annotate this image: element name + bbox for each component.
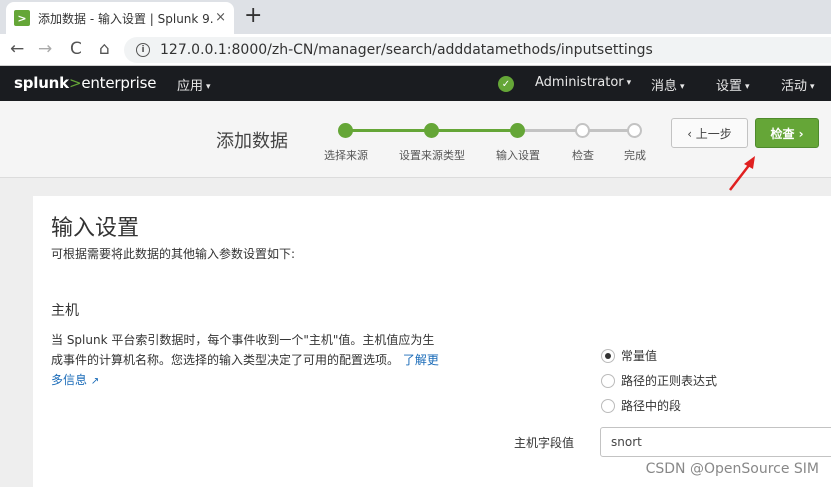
option-label: 常量值 <box>621 349 658 363</box>
host-field-label: 主机字段值 <box>514 436 575 450</box>
annotation-arrow-icon <box>729 156 755 191</box>
chevron-down-icon: ▾ <box>206 82 211 92</box>
chevron-down-icon: ▾ <box>680 82 685 92</box>
browser-tab-strip: > 添加数据 - 输入设置 | Splunk 9.0 × + <box>0 0 831 34</box>
review-button[interactable]: 检查 › <box>755 118 819 148</box>
step-label-2: 设置来源类型 <box>399 149 465 162</box>
chevron-down-icon: ▾ <box>810 82 815 92</box>
radio-button[interactable] <box>601 398 615 413</box>
browser-tab[interactable]: > 添加数据 - 输入设置 | Splunk 9.0 × <box>6 2 234 34</box>
radio-button-selected[interactable] <box>601 348 615 363</box>
watermark: CSDN @OpenSource SIM <box>645 461 819 477</box>
chevron-down-icon: ▾ <box>745 82 750 92</box>
host-option-segment[interactable]: 路径中的段 <box>601 397 681 414</box>
logo-splunk: splunk <box>14 74 69 92</box>
step-dot-1 <box>338 123 353 138</box>
new-tab-button[interactable]: + <box>244 4 262 28</box>
apps-menu[interactable]: 应用 ▾ <box>177 75 211 94</box>
apps-label: 应用 <box>177 79 204 94</box>
option-label: 路径的正则表达式 <box>621 374 718 388</box>
host-option-regex[interactable]: 路径的正则表达式 <box>601 372 717 389</box>
forward-arrow-icon[interactable]: → <box>38 38 52 60</box>
user-menu[interactable]: Administrator ▾ <box>535 75 631 90</box>
health-status-icon[interactable]: ✓ <box>498 76 514 92</box>
host-option-constant[interactable]: 常量值 <box>601 347 657 364</box>
step-dot-3 <box>510 123 525 138</box>
splunk-favicon-icon: > <box>14 10 30 26</box>
url-text: 127.0.0.1:8000/zh-CN/manager/search/addd… <box>160 42 653 58</box>
logo-chevron: > <box>68 74 82 92</box>
tab-title: 添加数据 - 输入设置 | Splunk 9.0 <box>38 11 214 26</box>
step-dot-5 <box>627 123 642 138</box>
step-dot-4 <box>575 123 590 138</box>
step-label-1: 选择来源 <box>324 149 368 162</box>
settings-label: 设置 <box>716 79 743 94</box>
reload-icon[interactable]: C <box>70 38 82 60</box>
step-label-4: 检查 <box>572 149 594 162</box>
host-section-heading: 主机 <box>51 303 79 319</box>
chevron-down-icon: ▾ <box>626 78 632 88</box>
close-tab-icon[interactable]: × <box>215 10 226 25</box>
messages-menu[interactable]: 消息 ▾ <box>651 75 685 94</box>
radio-button[interactable] <box>601 373 615 388</box>
back-arrow-icon[interactable]: ← <box>10 38 24 60</box>
page-subtitle: 可根据需要将此数据的其他输入参数设置如下: <box>51 247 296 261</box>
step-label-3: 输入设置 <box>496 149 540 162</box>
host-field-input[interactable]: snort <box>600 427 831 457</box>
activity-label: 活动 <box>781 79 808 94</box>
url-omnibox[interactable]: i 127.0.0.1:8000/zh-CN/manager/search/ad… <box>124 37 831 63</box>
host-description-text: 当 Splunk 平台索引数据时，每个事件收到一个"主机"值。主机值应为生成事件… <box>51 333 435 367</box>
splunk-logo[interactable]: splunk>enterprise <box>14 74 156 92</box>
step-dot-2 <box>424 123 439 138</box>
external-link-icon: ↗ <box>90 376 100 387</box>
logo-enterprise: enterprise <box>81 74 157 92</box>
home-icon[interactable]: ⌂ <box>99 38 110 60</box>
previous-step-button[interactable]: ‹ 上一步 <box>671 118 748 148</box>
user-label: Administrator <box>535 75 624 90</box>
page-title: 输入设置 <box>51 216 140 241</box>
host-section-description: 当 Splunk 平台索引数据时，每个事件收到一个"主机"值。主机值应为生成事件… <box>51 330 441 392</box>
option-label: 路径中的段 <box>621 399 682 413</box>
splunk-top-nav: splunk>enterprise 应用 ▾ ✓ Administrator ▾ 消… <box>0 66 831 101</box>
wizard-title: 添加数据 <box>216 131 288 152</box>
messages-label: 消息 <box>651 79 678 94</box>
address-bar: ← → C ⌂ i 127.0.0.1:8000/zh-CN/manager/s… <box>0 34 831 66</box>
settings-menu[interactable]: 设置 ▾ <box>716 75 750 94</box>
activity-menu[interactable]: 活动 ▾ <box>781 75 815 94</box>
site-info-icon[interactable]: i <box>136 43 150 57</box>
step-label-5: 完成 <box>624 149 646 162</box>
add-data-wizard-header: 添加数据 选择来源 设置来源类型 输入设置 检查 完成 ‹ 上一步 检查 › <box>0 101 831 178</box>
